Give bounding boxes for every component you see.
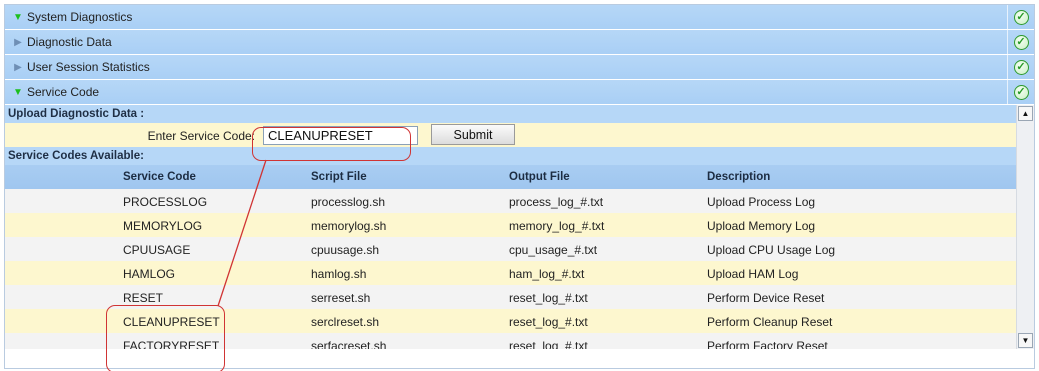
triangle-down-icon[interactable]: ▼	[11, 12, 25, 23]
cell-description: Perform Cleanup Reset	[707, 315, 833, 329]
section-user-session-statistics[interactable]: ▶ User Session Statistics ✓	[5, 55, 1034, 80]
check-circle-icon: ✓	[1013, 59, 1029, 75]
triangle-down-icon[interactable]: ▼	[11, 87, 25, 98]
table-row: PROCESSLOG processlog.sh process_log_#.t…	[5, 189, 1018, 213]
column-header-output-file: Output File	[509, 171, 570, 183]
check-circle-icon: ✓	[1013, 34, 1029, 50]
section-title: Service Code	[27, 85, 100, 99]
cell-script-file: hamlog.sh	[311, 267, 367, 281]
cell-script-file: serfacreset.sh	[311, 339, 387, 349]
scroll-up-icon[interactable]: ▲	[1018, 106, 1033, 121]
section-title: User Session Statistics	[27, 60, 150, 74]
check-circle-icon: ✓	[1013, 84, 1029, 100]
diagnostics-panel: ▼ System Diagnostics ✓ ▶ Diagnostic Data…	[4, 4, 1035, 369]
cell-output-file: process_log_#.txt	[509, 195, 604, 209]
cell-description: Perform Device Reset	[707, 291, 825, 305]
table-row: FACTORYRESET serfacreset.sh reset_log_#.…	[5, 333, 1018, 349]
cell-output-file: reset_log_#.txt	[509, 339, 588, 349]
section-service-code[interactable]: ▼ Service Code ✓	[5, 80, 1034, 105]
cell-script-file: serreset.sh	[311, 291, 371, 305]
status-indicator: ✓	[1007, 80, 1034, 104]
cell-script-file: memorylog.sh	[311, 219, 387, 233]
triangle-right-icon[interactable]: ▶	[11, 37, 25, 48]
vertical-scrollbar[interactable]: ▲ ▼	[1016, 105, 1034, 349]
cell-description: Perform Factory Reset	[707, 339, 828, 349]
scroll-down-icon[interactable]: ▼	[1018, 333, 1033, 348]
cell-output-file: memory_log_#.txt	[509, 219, 605, 233]
table-row: CPUUSAGE cpuusage.sh cpu_usage_#.txt Upl…	[5, 237, 1018, 261]
status-indicator: ✓	[1007, 30, 1034, 54]
status-indicator: ✓	[1007, 5, 1034, 29]
cell-script-file: processlog.sh	[311, 195, 386, 209]
cell-script-file: cpuusage.sh	[311, 243, 380, 257]
section-title: Diagnostic Data	[27, 35, 112, 49]
cell-output-file: ham_log_#.txt	[509, 267, 585, 281]
cell-service-code: RESET	[123, 291, 164, 305]
cell-service-code: HAMLOG	[123, 267, 176, 281]
cell-output-file: reset_log_#.txt	[509, 315, 588, 329]
scroll-area: Upload Diagnostic Data : Enter Service C…	[5, 105, 1018, 349]
section-title: System Diagnostics	[27, 10, 133, 24]
cell-service-code: MEMORYLOG	[123, 219, 203, 233]
service-code-form: Enter Service Code: Submit	[5, 123, 1018, 147]
column-header-description: Description	[707, 171, 771, 183]
status-indicator: ✓	[1007, 55, 1034, 79]
check-circle-icon: ✓	[1013, 9, 1029, 25]
cell-service-code: FACTORYRESET	[123, 339, 220, 349]
column-header-script-file: Script File	[311, 171, 367, 183]
service-code-input[interactable]	[263, 126, 418, 145]
cell-service-code: PROCESSLOG	[123, 195, 208, 209]
table-row: HAMLOG hamlog.sh ham_log_#.txt Upload HA…	[5, 261, 1018, 285]
table-row: MEMORYLOG memorylog.sh memory_log_#.txt …	[5, 213, 1018, 237]
cell-service-code: CLEANUPRESET	[123, 315, 220, 329]
service-code-label: Enter Service Code:	[147, 129, 255, 143]
section-system-diagnostics[interactable]: ▼ System Diagnostics ✓	[5, 5, 1034, 30]
cell-description: Upload Memory Log	[707, 219, 816, 233]
service-codes-table: PROCESSLOG processlog.sh process_log_#.t…	[5, 189, 1018, 349]
upload-diagnostic-title: Upload Diagnostic Data :	[5, 105, 1018, 123]
service-codes-available-title: Service Codes Available:	[5, 147, 1018, 165]
cell-script-file: serclreset.sh	[311, 315, 380, 329]
cell-output-file: cpu_usage_#.txt	[509, 243, 598, 257]
section-diagnostic-data[interactable]: ▶ Diagnostic Data ✓	[5, 30, 1034, 55]
service-code-content: Upload Diagnostic Data : Enter Service C…	[5, 105, 1034, 349]
cell-description: Upload CPU Usage Log	[707, 243, 836, 257]
cell-output-file: reset_log_#.txt	[509, 291, 588, 305]
cell-description: Upload Process Log	[707, 195, 816, 209]
cell-description: Upload HAM Log	[707, 267, 799, 281]
triangle-right-icon[interactable]: ▶	[11, 62, 25, 73]
column-header-service-code: Service Code	[123, 171, 196, 183]
table-header: Service Code Script File Output File Des…	[5, 165, 1018, 189]
table-row: CLEANUPRESET serclreset.sh reset_log_#.t…	[5, 309, 1018, 333]
cell-service-code: CPUUSAGE	[123, 243, 191, 257]
submit-button[interactable]: Submit	[431, 124, 515, 145]
table-row: RESET serreset.sh reset_log_#.txt Perfor…	[5, 285, 1018, 309]
